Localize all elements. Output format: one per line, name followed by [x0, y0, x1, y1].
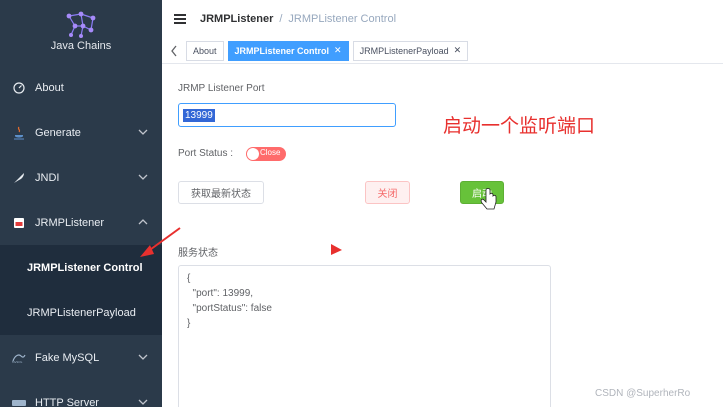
sidebar-subitem-jrmplistener-payload[interactable]: JRMPListenerPayload: [0, 290, 162, 335]
tab-jrmplistener-control[interactable]: JRMPListener Control ✕: [227, 40, 349, 61]
sidebar-item-jndi[interactable]: JNDI: [0, 155, 162, 200]
sidebar-item-generate[interactable]: Generate: [0, 110, 162, 155]
port-input[interactable]: 13999: [178, 103, 396, 127]
chevron-left-icon[interactable]: [162, 45, 186, 57]
hamburger-icon[interactable]: [174, 14, 186, 24]
jrmp-icon: [12, 216, 26, 230]
annotation-text: 启动一个监听端口: [443, 115, 596, 137]
sidebar-item-label: JRMPListener: [35, 216, 105, 229]
close-icon[interactable]: ✕: [334, 45, 342, 56]
port-input-value: 13999: [183, 108, 215, 122]
sidebar-item-label: About: [35, 81, 64, 94]
sidebar-item-http-server[interactable]: HTTP Server: [0, 380, 162, 407]
port-label: JRMP Listener Port: [178, 83, 265, 94]
tab-label: JRMPListener Control: [234, 45, 330, 56]
tab-jrmplistener-payload[interactable]: JRMPListenerPayload ✕: [352, 40, 469, 61]
breadcrumb-current: JRMPListener Control: [288, 13, 397, 25]
main-content: JRMP Listener Port 13999 启动一个监听端口 Port S…: [162, 64, 723, 407]
java-icon: [12, 126, 26, 140]
sidebar-subitem-label: JRMPListener Control: [27, 261, 143, 274]
sidebar-item-label: Fake MySQL: [35, 351, 100, 364]
sidebar-subitem-jrmplistener-control[interactable]: JRMPListener Control: [0, 245, 162, 290]
tab-about[interactable]: About: [186, 40, 224, 61]
watermark: CSDN @SuperherRo: [595, 388, 691, 399]
tags-view: About JRMPListener Control ✕ JRMPListene…: [162, 38, 723, 64]
refresh-status-button[interactable]: 获取最新状态: [178, 181, 264, 204]
sidebar-subitem-label: JRMPListenerPayload: [27, 306, 136, 319]
toggle-text: Close: [260, 148, 281, 157]
svg-text:MySQL: MySQL: [12, 360, 23, 363]
start-button[interactable]: 启动: [460, 181, 504, 204]
port-status-label: Port Status :: [178, 148, 234, 159]
sidebar-item-fake-mysql[interactable]: MySQL Fake MySQL: [0, 335, 162, 380]
service-status-label: 服务状态: [178, 248, 218, 259]
breadcrumb-separator: /: [279, 13, 283, 25]
top-header: JRMPListener / JRMPListener Control: [162, 0, 723, 38]
chevron-down-icon: [138, 399, 148, 405]
app-logo[interactable]: Java Chains: [0, 0, 162, 64]
feather-icon: [12, 171, 26, 185]
close-icon[interactable]: ✕: [454, 45, 462, 56]
close-button[interactable]: 关闭: [365, 181, 410, 204]
sidebar-item-label: JNDI: [35, 171, 60, 184]
breadcrumb-parent[interactable]: JRMPListener: [200, 13, 273, 25]
chevron-down-icon: [138, 354, 148, 360]
logo-text: Java Chains: [50, 40, 112, 52]
sidebar-item-jrmplistener[interactable]: JRMPListener: [0, 200, 162, 245]
tab-label: JRMPListenerPayload: [359, 45, 449, 56]
logo-icon: [66, 11, 96, 38]
mysql-icon: MySQL: [12, 351, 26, 365]
tab-label: About: [193, 45, 217, 56]
breadcrumb: JRMPListener / JRMPListener Control: [200, 13, 396, 25]
http-icon: [12, 396, 26, 407]
chevron-up-icon: [138, 219, 148, 225]
sidebar-item-label: HTTP Server: [35, 396, 99, 407]
sidebar: Java Chains About Generate JNDI JRMPList…: [0, 0, 162, 407]
sidebar-item-about[interactable]: About: [0, 65, 162, 110]
port-status-toggle[interactable]: Close: [246, 147, 286, 161]
chevron-down-icon: [138, 129, 148, 135]
sidebar-item-label: Generate: [35, 126, 81, 139]
chevron-down-icon: [138, 174, 148, 180]
toggle-knob: [247, 148, 259, 160]
service-status-output[interactable]: { "port": 13999, "portStatus": false }: [178, 265, 551, 407]
dashboard-icon: [12, 81, 26, 95]
